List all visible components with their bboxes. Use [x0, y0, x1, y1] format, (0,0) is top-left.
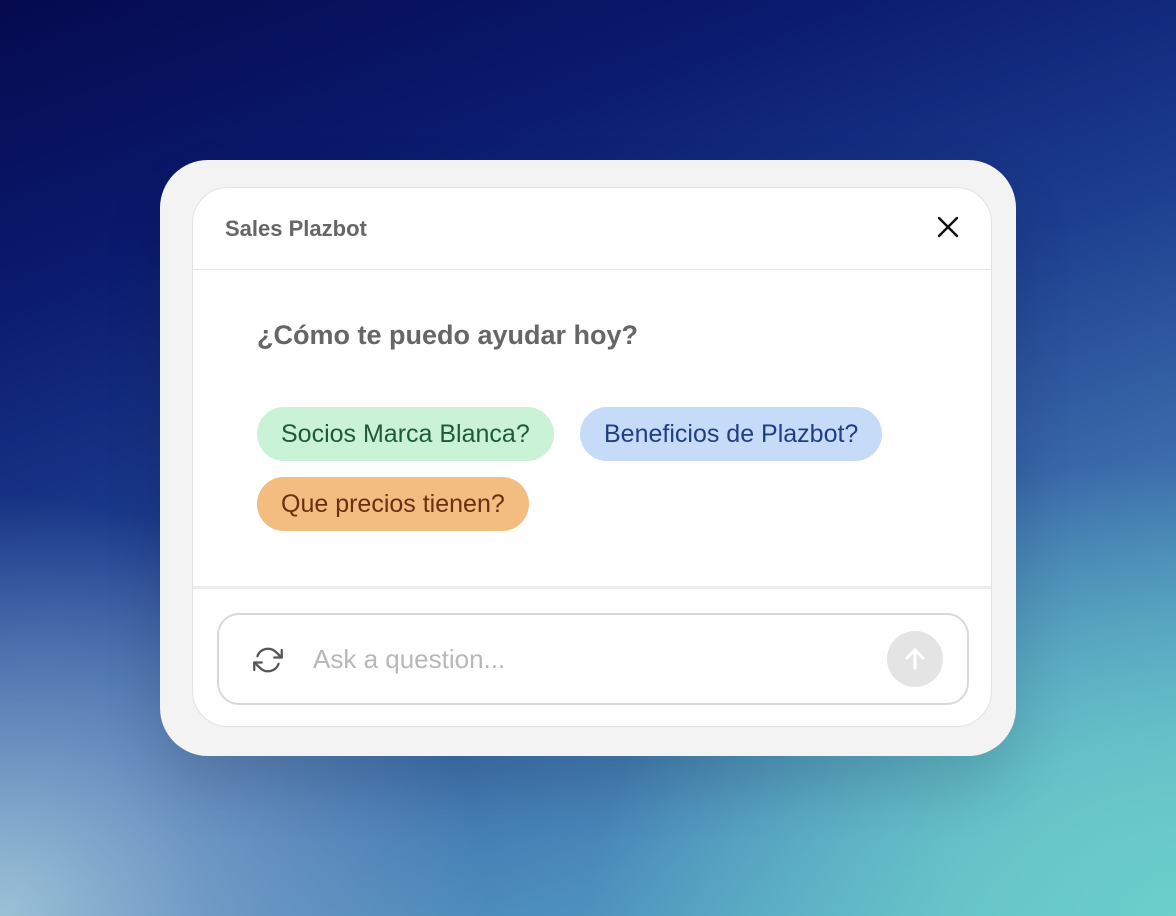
chat-widget: Sales Plazbot ¿Cómo te puedo ayudar hoy?…	[192, 187, 992, 727]
chat-header: Sales Plazbot	[193, 188, 991, 270]
send-button[interactable]	[887, 631, 943, 687]
composer-bar	[217, 613, 969, 705]
chat-widget-frame: Sales Plazbot ¿Cómo te puedo ayudar hoy?…	[160, 160, 1016, 756]
refresh-button[interactable]	[253, 645, 283, 675]
question-input[interactable]	[313, 635, 873, 683]
suggestion-chip-socios[interactable]: Socios Marca Blanca?	[257, 407, 554, 461]
close-button[interactable]	[933, 212, 963, 242]
chat-footer	[193, 586, 991, 726]
chat-title: Sales Plazbot	[225, 216, 367, 241]
suggestion-chip-precios[interactable]: Que precios tienen?	[257, 477, 529, 531]
greeting-heading: ¿Cómo te puedo ayudar hoy?	[257, 320, 639, 350]
chat-body: ¿Cómo te puedo ayudar hoy? Socios Marca …	[193, 270, 991, 586]
suggestion-chip-beneficios[interactable]: Beneficios de Plazbot?	[580, 407, 883, 461]
close-icon	[937, 216, 959, 238]
arrow-up-icon	[905, 648, 925, 670]
refresh-icon	[253, 647, 283, 673]
